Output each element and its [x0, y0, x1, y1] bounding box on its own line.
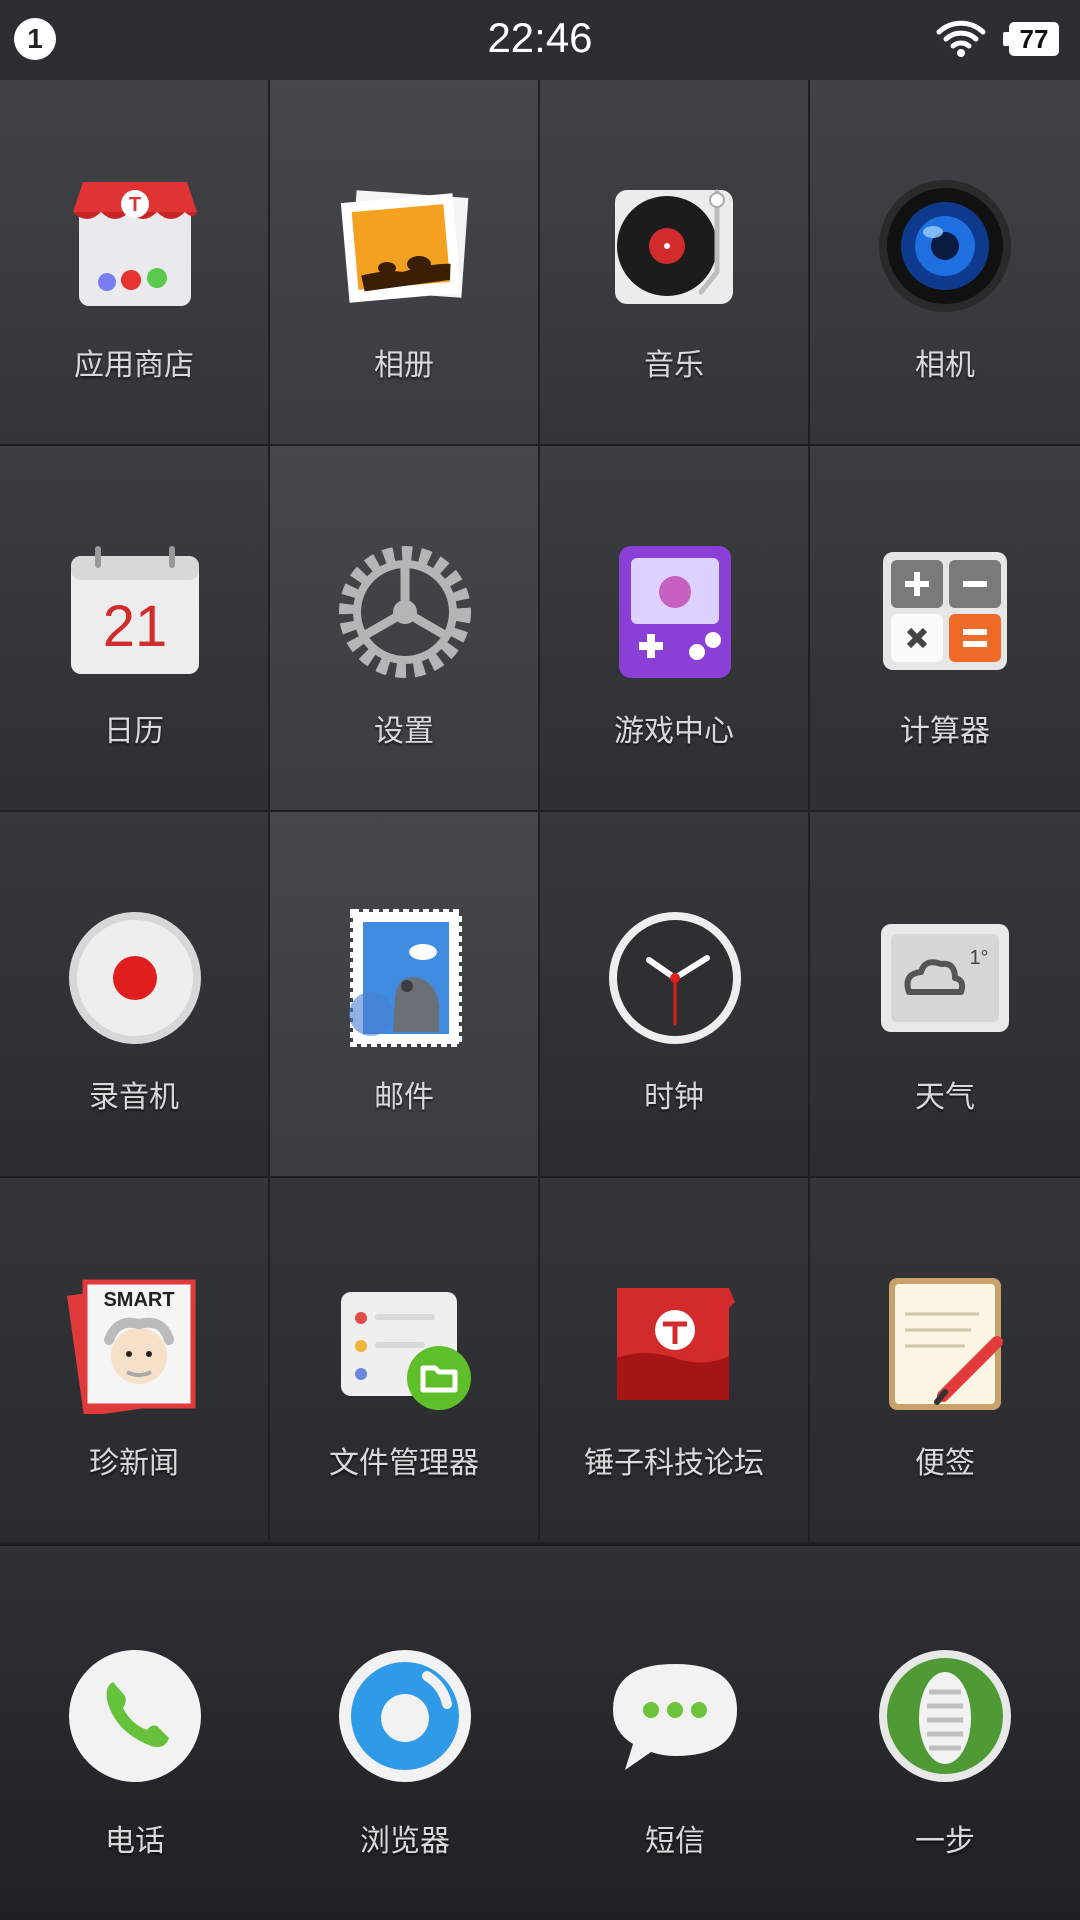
calendar-icon: 21: [71, 546, 199, 674]
app-tile-forum[interactable]: 锤子科技论坛: [540, 1178, 810, 1544]
news-masthead: SMART: [103, 1289, 174, 1311]
app-label: 计算器: [900, 714, 990, 749]
dock-item-phone[interactable]: 电话: [0, 1546, 270, 1920]
mail-stamp-icon: [349, 909, 462, 1047]
dock-item-browser[interactable]: 浏览器: [270, 1546, 540, 1920]
clock-icon: [609, 912, 741, 1044]
dock-item-one-step[interactable]: 一步: [810, 1546, 1080, 1920]
app-tile-settings[interactable]: 设置: [270, 446, 540, 812]
gear-icon: [339, 546, 471, 678]
calculator-icon: [883, 552, 1007, 670]
dock-label: 一步: [915, 1824, 975, 1859]
music-turntable-icon: [615, 189, 733, 304]
home-screen: 1 22:46 77 T 应用商店 相册 音乐 相机 21 日历 设置 游戏中心…: [0, 0, 1080, 1920]
dock-item-messages[interactable]: 短信: [540, 1546, 810, 1920]
app-tile-clock[interactable]: 时钟: [540, 812, 810, 1178]
app-tile-photos[interactable]: 相册: [270, 80, 540, 446]
app-tile-music[interactable]: 音乐: [540, 80, 810, 446]
app-label: 邮件: [374, 1080, 434, 1115]
app-label: 时钟: [644, 1080, 704, 1115]
status-time: 22:46: [487, 14, 593, 61]
app-label: 天气: [915, 1080, 975, 1115]
camera-lens-icon: [879, 180, 1011, 312]
app-tile-calculator[interactable]: 计算器: [810, 446, 1080, 812]
app-label: 设置: [374, 714, 434, 749]
messages-icon: [613, 1664, 737, 1770]
app-tile-app-store[interactable]: T 应用商店: [0, 80, 270, 446]
file-manager-icon: [341, 1292, 471, 1410]
app-label: 日历: [104, 714, 164, 749]
status-bar: 1 22:46 77: [0, 0, 1080, 80]
app-label: 应用商店: [74, 348, 194, 383]
smart-news-icon: SMART: [67, 1279, 196, 1414]
app-tile-camera[interactable]: 相机: [810, 80, 1080, 446]
game-console-icon: [619, 546, 731, 678]
app-tile-recorder[interactable]: 录音机: [0, 812, 270, 1178]
app-label: 录音机: [89, 1080, 179, 1115]
app-label: 文件管理器: [329, 1446, 479, 1481]
one-step-icon: [879, 1650, 1011, 1782]
forum-icon: [617, 1288, 735, 1400]
app-tile-weather[interactable]: 1° 天气: [810, 812, 1080, 1178]
battery-indicator: 77: [1003, 22, 1059, 56]
dock-label: 浏览器: [360, 1824, 450, 1859]
recorder-icon: [69, 912, 201, 1044]
battery-level: 77: [1009, 22, 1059, 56]
calendar-date: 21: [103, 594, 168, 659]
app-label: 锤子科技论坛: [584, 1446, 764, 1481]
dock-label: 电话: [105, 1824, 165, 1859]
weather-icon: 1°: [881, 924, 1009, 1032]
wifi-icon: [936, 20, 986, 57]
app-tile-mail[interactable]: 邮件: [270, 812, 540, 1178]
app-grid: T 应用商店 相册 音乐 相机 21 日历 设置 游戏中心 计算器 录音机 邮件…: [0, 80, 1080, 1544]
dock: 电话 浏览器 短信 一步: [0, 1544, 1080, 1920]
notes-icon: [889, 1278, 1003, 1410]
svg-text:T: T: [129, 194, 141, 216]
weather-temperature: 1°: [969, 947, 988, 969]
dock-label: 短信: [645, 1824, 705, 1859]
app-tile-file-manager[interactable]: 文件管理器: [270, 1178, 540, 1544]
app-store-icon: T: [73, 182, 197, 306]
photo-album-icon: [340, 190, 469, 303]
app-tile-smart-news[interactable]: SMART 珍新闻: [0, 1178, 270, 1544]
app-label: 音乐: [644, 348, 704, 383]
browser-icon: [339, 1650, 471, 1782]
phone-icon: [69, 1650, 201, 1782]
app-tile-calendar[interactable]: 21 日历: [0, 446, 270, 812]
app-label: 相册: [374, 348, 434, 383]
app-label: 游戏中心: [614, 714, 734, 749]
app-label: 便签: [915, 1446, 975, 1481]
app-label: 珍新闻: [89, 1446, 179, 1481]
app-tile-notes[interactable]: 便签: [810, 1178, 1080, 1544]
app-tile-game-center[interactable]: 游戏中心: [540, 446, 810, 812]
app-label: 相机: [915, 348, 975, 383]
